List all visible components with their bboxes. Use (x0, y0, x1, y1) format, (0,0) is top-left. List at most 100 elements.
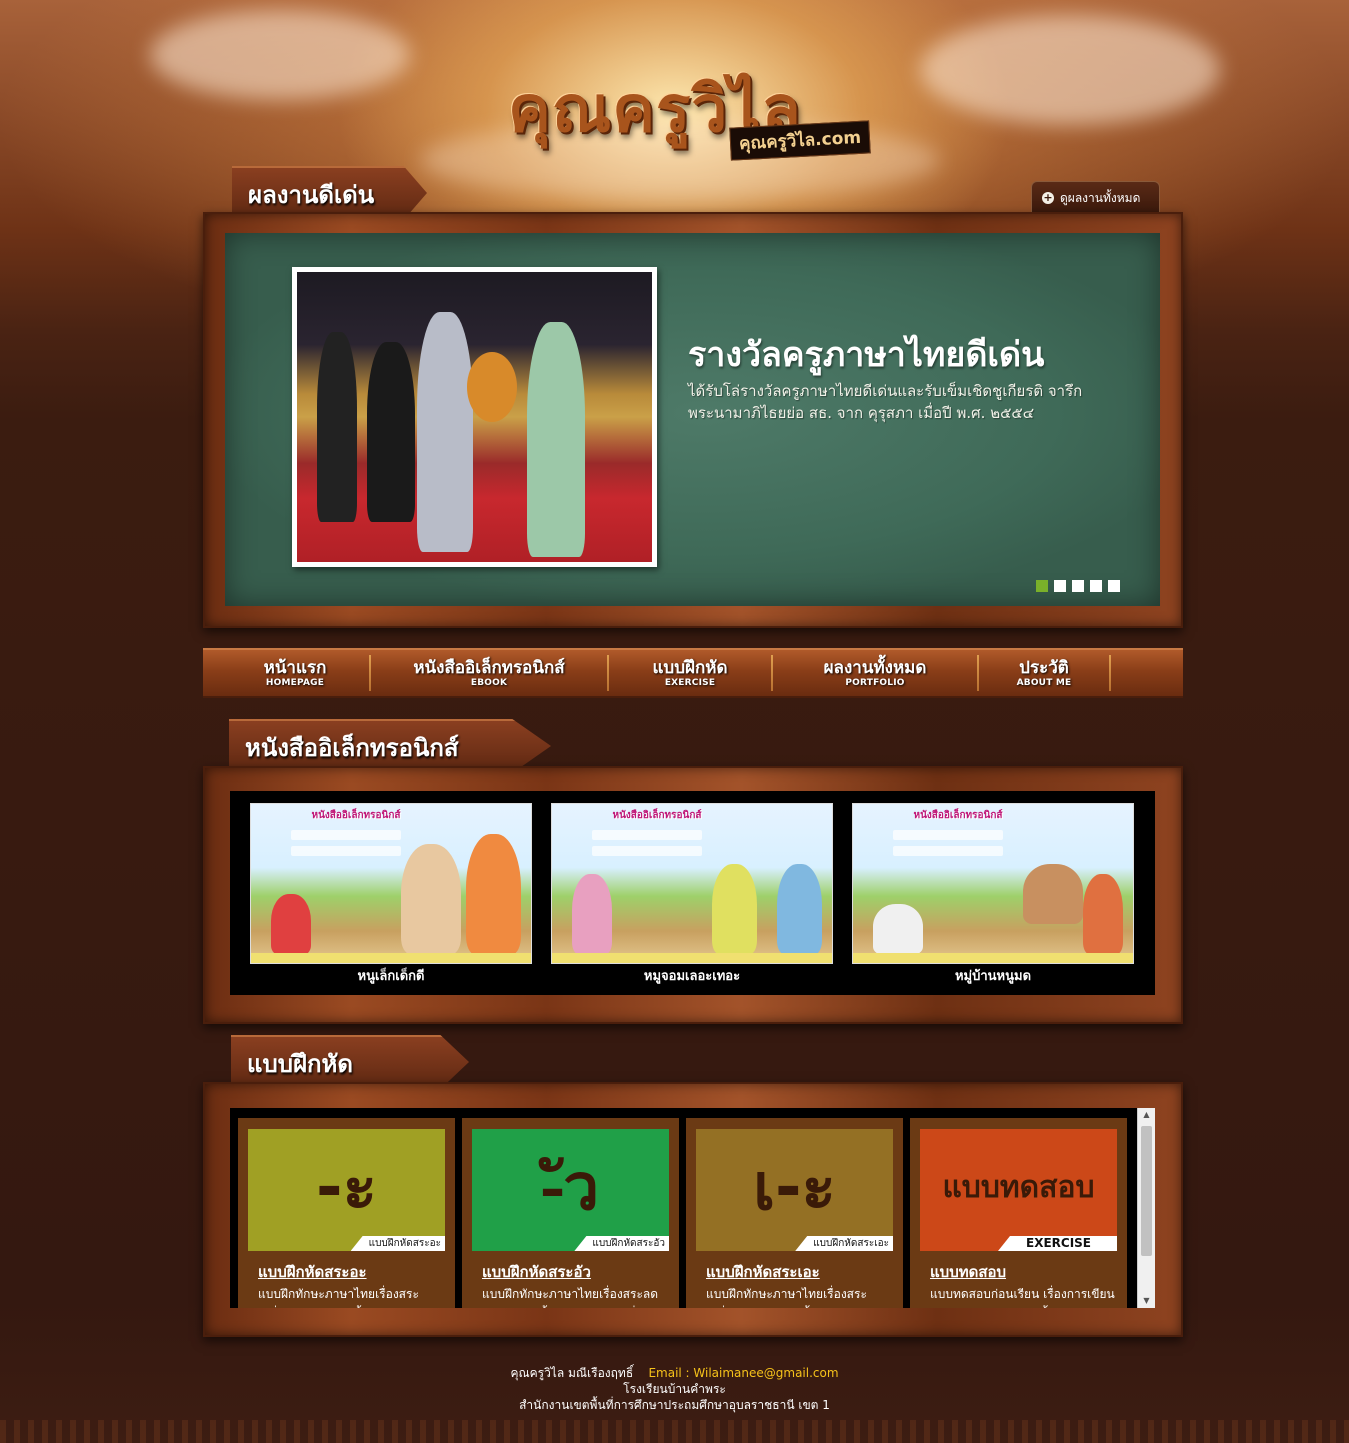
nav-label: หน้าแรก (263, 657, 327, 678)
figure (417, 312, 473, 552)
nav-label: แบบฝึกหัด (652, 657, 728, 678)
exercise-card[interactable]: -ะ แบบฝึกหัดสระอะ แบบฝึกหัดสระอะ แบบฝึกท… (238, 1118, 455, 1308)
nav-sublabel: HOMEPAGE (265, 677, 325, 688)
nav-about-me[interactable]: ประวัติ ABOUT ME (979, 654, 1109, 692)
figure (317, 332, 357, 522)
slide-description: ได้รับโล่รางวัลครูภาษาไทยดีเด่นและรับเข็… (688, 382, 1083, 422)
cartoon-figure (712, 864, 757, 954)
thumbnail-glyph: แบบทดสอบ (942, 1170, 1095, 1205)
footer-pattern (0, 1420, 1349, 1443)
nav-label: ประวัติ (1019, 657, 1069, 678)
scroll-down-arrow-icon[interactable]: ▼ (1138, 1294, 1155, 1308)
award-ceremony-image (297, 272, 652, 562)
nav-separator (1109, 655, 1111, 691)
slide-pagination (1036, 580, 1120, 592)
thumbnail-label: แบบฝึกหัดสระอัว (574, 1236, 669, 1251)
cartoon-figure (873, 904, 923, 954)
exercise-card[interactable]: แบบทดสอบ EXERCISE แบบทดสอบ แบบทดสอบก่อนเ… (910, 1118, 1127, 1308)
exercise-title-link[interactable]: แบบฝึกหัดสระเอะ (706, 1262, 820, 1282)
figure (367, 342, 415, 522)
ebook-section-title: หนังสืออิเล็กทรอนิกส์ (229, 719, 551, 773)
slide-dot[interactable] (1090, 580, 1102, 592)
thumbnail-label: EXERCISE (998, 1236, 1117, 1251)
exercise-scrollbar[interactable]: ▲ ▼ (1137, 1108, 1155, 1308)
exercise-card[interactable]: -ัว แบบฝึกหัดสระอัว แบบฝึกหัดสระอัว แบบฝ… (462, 1118, 679, 1308)
thumbnail-glyph: เ-ะ (753, 1151, 836, 1225)
nav-portfolio[interactable]: ผลงานทั้งหมด PORTFOLIO (773, 654, 977, 692)
cover-band (291, 846, 401, 856)
slide-dot[interactable] (1036, 580, 1048, 592)
cartoon-figure (466, 834, 521, 954)
thumbnail-glyph: -ะ (316, 1151, 377, 1225)
exercise-description: แบบฝึกทักษะภาษาไทยเรื่องสระเปลี่ยนรูป สร… (258, 1287, 434, 1308)
footer-email-link[interactable]: Email : Wilaimanee@gmail.com (648, 1366, 838, 1380)
cartoon-figure (271, 894, 311, 954)
nav-sublabel: EXERCISE (664, 677, 716, 688)
view-all-portfolio-button[interactable]: + ดูผลงานทั้งหมด (1031, 181, 1160, 213)
cover-footer-bar (552, 953, 832, 963)
scroll-thumb[interactable] (1141, 1126, 1152, 1256)
cartoon-figure (1023, 864, 1083, 924)
exercise-card[interactable]: เ-ะ แบบฝึกหัดสระเอะ แบบฝึกหัดสระเอะ แบบฝ… (686, 1118, 903, 1308)
nav-sublabel: PORTFOLIO (845, 677, 905, 688)
nav-exercise[interactable]: แบบฝึกหัด EXERCISE (609, 654, 771, 692)
exercise-title-link[interactable]: แบบฝึกหัดสระอะ (258, 1262, 367, 1282)
slide-dot[interactable] (1072, 580, 1084, 592)
footer-author-name: คุณครูวิไล มณีเรืองฤทธิ์ (510, 1366, 634, 1380)
nav-label: หนังสืออิเล็กทรอนิกส์ (413, 657, 565, 678)
nav-label: ผลงานทั้งหมด (823, 657, 927, 678)
ebook-card[interactable]: หนังสืออิเล็กทรอนิกส์ หมู่บ้านหนูมด (852, 803, 1134, 986)
ebook-title: หมูจอมเลอะเทอะ (643, 969, 741, 984)
ebook-title: หนูเล็กเด็กดี (357, 969, 425, 984)
footer-contact-line: คุณครูวิไล มณีเรืองฤทธิ์ Email : Wilaima… (0, 1365, 1349, 1381)
thumbnail-label: แบบฝึกหัดสระอะ (350, 1236, 445, 1251)
cover-band (893, 830, 1003, 840)
ebook-cover-image: หนังสืออิเล็กทรอนิกส์ (551, 803, 833, 964)
exercise-thumbnail: -ะ แบบฝึกหัดสระอะ (248, 1129, 445, 1251)
ebook-cover-image: หนังสืออิเล็กทรอนิกส์ (852, 803, 1134, 964)
nav-ebook[interactable]: หนังสืออิเล็กทรอนิกส์ EBOOK (371, 654, 607, 692)
slide-dot[interactable] (1108, 580, 1120, 592)
cartoon-figure (572, 874, 612, 954)
slide-photo[interactable] (292, 267, 657, 567)
cartoon-figure (777, 864, 822, 954)
main-navigation: หน้าแรก HOMEPAGE หนังสืออิเล็กทรอนิกส์ E… (203, 648, 1183, 698)
exercise-description: แบบฝึกทักษะภาษาไทยเรื่องสระลดรูป สระ -ัว… (482, 1287, 659, 1308)
view-all-label: ดูผลงานทั้งหมด (1060, 191, 1141, 205)
figure (527, 322, 585, 557)
cover-title: หนังสืออิเล็กทรอนิกส์ (913, 810, 1003, 821)
cartoon-figure (401, 844, 461, 954)
cover-band (592, 830, 702, 840)
exercise-thumbnail: แบบทดสอบ EXERCISE (920, 1129, 1117, 1251)
figure (467, 352, 517, 422)
cloud-decoration (150, 10, 410, 100)
cartoon-figure (1083, 874, 1123, 954)
slide-dot[interactable] (1054, 580, 1066, 592)
footer-office: สำนักงานเขตพื้นที่การศึกษาประถมศึกษาอุบล… (519, 1398, 830, 1412)
cover-footer-bar (251, 953, 531, 963)
nav-sublabel: ABOUT ME (1016, 677, 1072, 688)
header: คุณครูวิไล คุณครูวิไล.com (0, 0, 1349, 210)
cover-band (291, 830, 401, 840)
exercise-section-title: แบบฝึกหัด (231, 1035, 469, 1089)
exercise-title-link[interactable]: แบบทดสอบ (930, 1262, 1006, 1282)
thumbnail-label: แบบฝึกหัดสระเอะ (795, 1236, 893, 1251)
cover-footer-bar (853, 953, 1133, 963)
ebook-title: หมู่บ้านหนูมด (954, 969, 1032, 984)
ebook-cover-image: หนังสืออิเล็กทรอนิกส์ (250, 803, 532, 964)
ebook-card[interactable]: หนังสืออิเล็กทรอนิกส์ หมูจอมเลอะเทอะ (551, 803, 833, 986)
exercise-description: แบบทดสอบก่อนเรียน เรื่องการเขียนสะกดคำ ส… (930, 1287, 1115, 1308)
ebook-card[interactable]: หนังสืออิเล็กทรอนิกส์ หนูเล็กเด็กดี (250, 803, 532, 986)
exercise-list: -ะ แบบฝึกหัดสระอะ แบบฝึกหัดสระอะ แบบฝึกท… (230, 1108, 1155, 1308)
cover-band (893, 846, 1003, 856)
plus-icon: + (1042, 191, 1054, 204)
nav-sublabel: EBOOK (470, 677, 508, 688)
nav-homepage[interactable]: หน้าแรก HOMEPAGE (221, 654, 369, 692)
ebook-list: หนังสืออิเล็กทรอนิกส์ หนูเล็กเด็กดี หนัง… (230, 791, 1155, 995)
exercise-title-link[interactable]: แบบฝึกหัดสระอัว (482, 1262, 591, 1282)
footer-school: โรงเรียนบ้านคำพระ (623, 1382, 726, 1396)
cloud-decoration (920, 15, 1220, 125)
cover-title: หนังสืออิเล็กทรอนิกส์ (612, 810, 702, 821)
scroll-up-arrow-icon[interactable]: ▲ (1138, 1108, 1155, 1122)
footer: คุณครูวิไล มณีเรืองฤทธิ์ Email : Wilaima… (0, 1365, 1349, 1413)
